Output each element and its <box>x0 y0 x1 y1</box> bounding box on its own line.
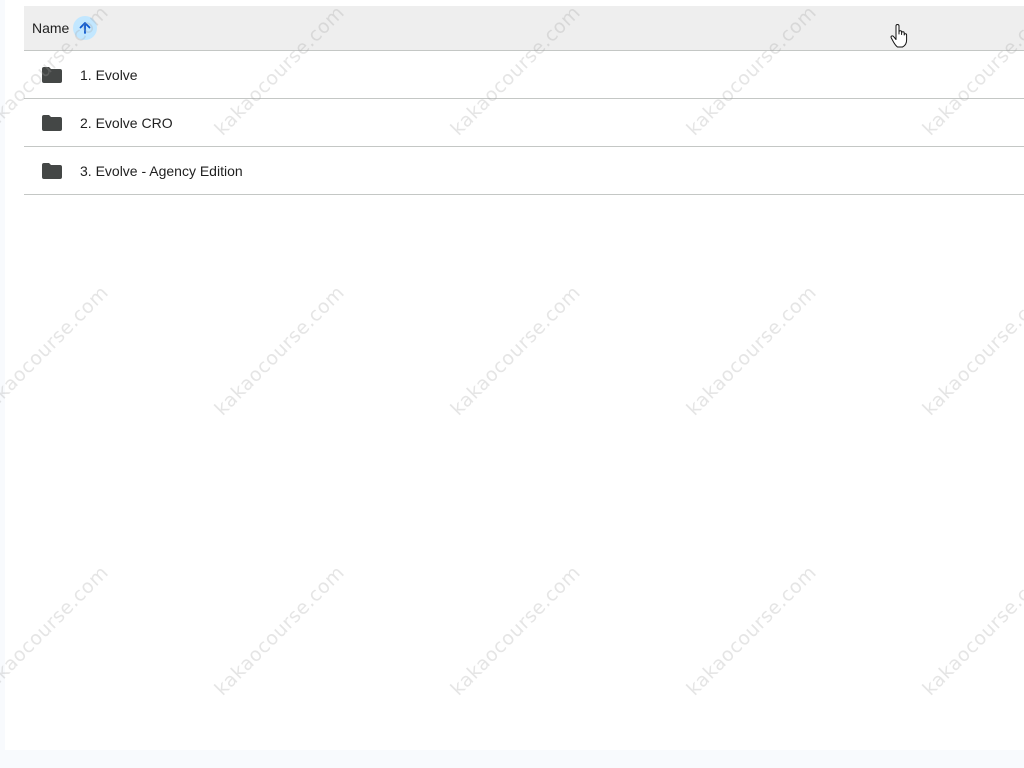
folder-name: 3. Evolve - Agency Edition <box>80 162 243 179</box>
hand-pointer-icon <box>890 24 908 48</box>
folder-row[interactable]: 1. Evolve <box>24 51 1024 99</box>
list-header: Name <box>24 6 1024 51</box>
folder-icon <box>42 162 62 179</box>
arrow-up-icon <box>79 22 91 34</box>
folder-row[interactable]: 3. Evolve - Agency Edition <box>24 147 1024 195</box>
folder-name: 1. Evolve <box>80 66 138 83</box>
sort-button[interactable] <box>73 16 98 40</box>
name-column-header[interactable]: Name <box>32 20 69 36</box>
folder-icon <box>42 66 62 83</box>
file-list: Name 1. Evolve 2. Evolve CRO 3. Evolve -… <box>24 6 1024 195</box>
page: Name 1. Evolve 2. Evolve CRO 3. Evolve -… <box>0 0 1024 768</box>
folder-name: 2. Evolve CRO <box>80 114 173 131</box>
folder-row[interactable]: 2. Evolve CRO <box>24 99 1024 147</box>
folder-icon <box>42 114 62 131</box>
